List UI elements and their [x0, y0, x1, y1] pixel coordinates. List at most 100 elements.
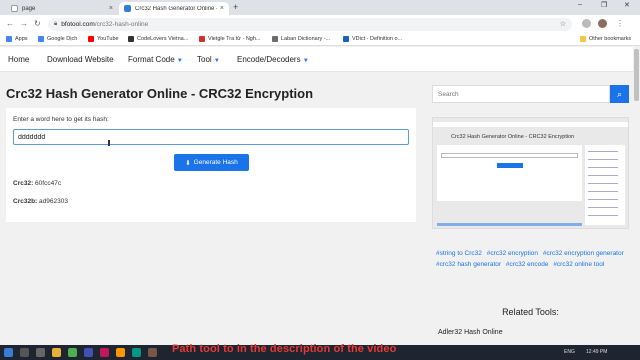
search-box: ⌕ — [432, 85, 629, 103]
bookmark-apps[interactable]: Apps — [6, 36, 28, 42]
preview-line — [588, 183, 618, 184]
menu-dots-icon[interactable]: ⋮ — [616, 19, 624, 28]
nav-format-code[interactable]: Format Code ▼ — [128, 55, 183, 64]
bookmark-youtube[interactable]: YouTube — [88, 36, 119, 42]
vscode-icon[interactable] — [84, 348, 93, 357]
download-arrow-icon: ⬇ — [185, 159, 191, 167]
tab-label: page — [22, 5, 36, 12]
app-icon[interactable] — [116, 348, 125, 357]
app-icon[interactable] — [132, 348, 141, 357]
forward-arrow-icon[interactable]: → — [20, 19, 28, 28]
chevron-down-icon: ▼ — [176, 58, 183, 64]
preview-line — [588, 191, 618, 192]
close-window-button[interactable]: ✕ — [624, 1, 630, 9]
bookmark-vdict[interactable]: VDict - Definition o... — [343, 36, 402, 42]
google-translate-icon — [38, 36, 44, 42]
app-icon[interactable] — [148, 348, 157, 357]
bookmark-other[interactable]: Other bookmarks — [580, 36, 631, 42]
bookmark-laban[interactable]: Laban Dictionary -... — [272, 36, 330, 42]
close-tab-icon[interactable]: × — [109, 5, 113, 12]
task-view-icon[interactable] — [36, 348, 45, 357]
new-tab-button[interactable]: + — [233, 2, 238, 12]
search-icon[interactable]: ⌕ — [610, 85, 629, 103]
bookmark-vietgle[interactable]: Vietgle Tra từ - Ngh... — [199, 36, 261, 42]
tool-preview-image: Crc32 Hash Generator Online - CRC32 Encr… — [432, 117, 629, 229]
codelovers-icon — [128, 36, 134, 42]
vietgle-icon — [199, 36, 205, 42]
nav-tool[interactable]: Tool ▼ — [197, 55, 220, 64]
crc32-result: Crc32: 60fcc47c — [13, 180, 62, 187]
input-label: Enter a word here to get its hash: — [13, 116, 109, 123]
tab-crc32[interactable]: Crc32 Hash Generator Online - CRC3 × — [119, 2, 229, 15]
video-caption-overlay: Path tool to in the description of the v… — [172, 343, 397, 355]
blank-page-icon — [11, 5, 18, 12]
bookmark-star-icon[interactable]: ☆ — [560, 20, 566, 28]
preview-sidebar — [585, 145, 625, 225]
tag-link[interactable]: #crc32 encryption — [487, 250, 538, 257]
reload-icon[interactable]: ↻ — [34, 19, 41, 28]
word-input[interactable] — [13, 129, 409, 145]
profile-avatar[interactable] — [598, 19, 607, 28]
clock[interactable]: 12:49 PM — [586, 349, 607, 355]
preview-line — [588, 159, 618, 160]
browser-tabstrip: page × Crc32 Hash Generator Online - CRC… — [0, 0, 640, 15]
lock-icon: 🔒︎ — [54, 21, 58, 27]
scrollbar-thumb[interactable] — [634, 49, 639, 101]
tag-link[interactable]: #string to Crc32 — [436, 250, 482, 257]
preview-title: Crc32 Hash Generator Online - CRC32 Encr… — [451, 134, 575, 140]
site-favicon-icon — [124, 5, 131, 12]
app-icon[interactable] — [100, 348, 109, 357]
laban-icon — [272, 36, 278, 42]
tag-link[interactable]: #crc32 online tool — [553, 261, 604, 268]
bookmark-codelovers[interactable]: CodeLovers Vietna... — [128, 36, 188, 42]
tag-link[interactable]: #crc32 hash generator — [436, 261, 501, 268]
tab-label: Crc32 Hash Generator Online - CRC3 — [135, 5, 217, 12]
preview-tagbar — [437, 223, 582, 226]
browser-toolbar: ← → ↻ 🔒︎ bfotool.com/crc32-hash-online ☆… — [0, 15, 640, 34]
tag-link[interactable]: #crc32 encryption generator — [543, 250, 624, 257]
preview-line — [588, 167, 618, 168]
vdict-icon — [343, 36, 349, 42]
youtube-icon — [88, 36, 94, 42]
bookmarks-bar: Apps Google Dịch YouTube CodeLovers Viet… — [0, 34, 640, 46]
chevron-down-icon: ▼ — [213, 58, 220, 64]
page-title: Crc32 Hash Generator Online - CRC32 Encr… — [6, 86, 314, 101]
chevron-down-icon: ▼ — [302, 58, 309, 64]
preview-button — [497, 163, 523, 168]
nav-download-website[interactable]: Download Website — [47, 55, 114, 64]
related-tools-heading: Related Tools: — [502, 307, 559, 317]
related-tool-link[interactable]: Adler32 Hash Online — [438, 329, 503, 336]
bookmark-google-dich[interactable]: Google Dịch — [38, 36, 77, 42]
preview-line — [588, 199, 618, 200]
crc32b-result: Crc32b: ad962303 — [13, 198, 68, 205]
nav-home[interactable]: Home — [8, 55, 29, 64]
close-tab-icon[interactable]: × — [220, 5, 224, 12]
page-scrollbar[interactable] — [633, 47, 640, 347]
address-bar[interactable]: 🔒︎ bfotool.com/crc32-hash-online ☆ — [48, 18, 572, 31]
search-taskbar-icon[interactable] — [20, 348, 29, 357]
tag-link[interactable]: #crc32 encode — [506, 261, 549, 268]
maximize-button[interactable]: ❐ — [601, 1, 607, 9]
text-cursor-icon — [108, 140, 110, 146]
search-input[interactable] — [432, 85, 610, 103]
tag-list: #string to Crc32 #crc32 encryption #crc3… — [436, 249, 632, 270]
file-explorer-icon[interactable] — [52, 348, 61, 357]
preview-line — [588, 215, 618, 216]
minimize-button[interactable]: – — [578, 1, 582, 8]
preview-line — [588, 207, 618, 208]
language-indicator[interactable]: ENG — [564, 349, 575, 355]
hash-form-card: Enter a word here to get its hash: ⬇ Gen… — [6, 108, 416, 222]
apps-grid-icon — [6, 36, 12, 42]
start-windows-icon[interactable] — [4, 348, 13, 357]
tab-page[interactable]: page × — [6, 2, 118, 15]
preview-line — [588, 151, 618, 152]
back-arrow-icon[interactable]: ← — [6, 19, 14, 28]
folder-icon — [580, 36, 586, 42]
site-navbar: Home Download Website Format Code ▼ Tool… — [0, 47, 640, 72]
chrome-icon[interactable] — [68, 348, 77, 357]
nav-encode-decoders[interactable]: Encode/Decoders ▼ — [237, 55, 309, 64]
extension-icon[interactable] — [582, 19, 591, 28]
preview-input — [441, 153, 578, 158]
generate-hash-button[interactable]: ⬇ Generate Hash — [174, 154, 249, 171]
preview-card — [437, 145, 582, 201]
